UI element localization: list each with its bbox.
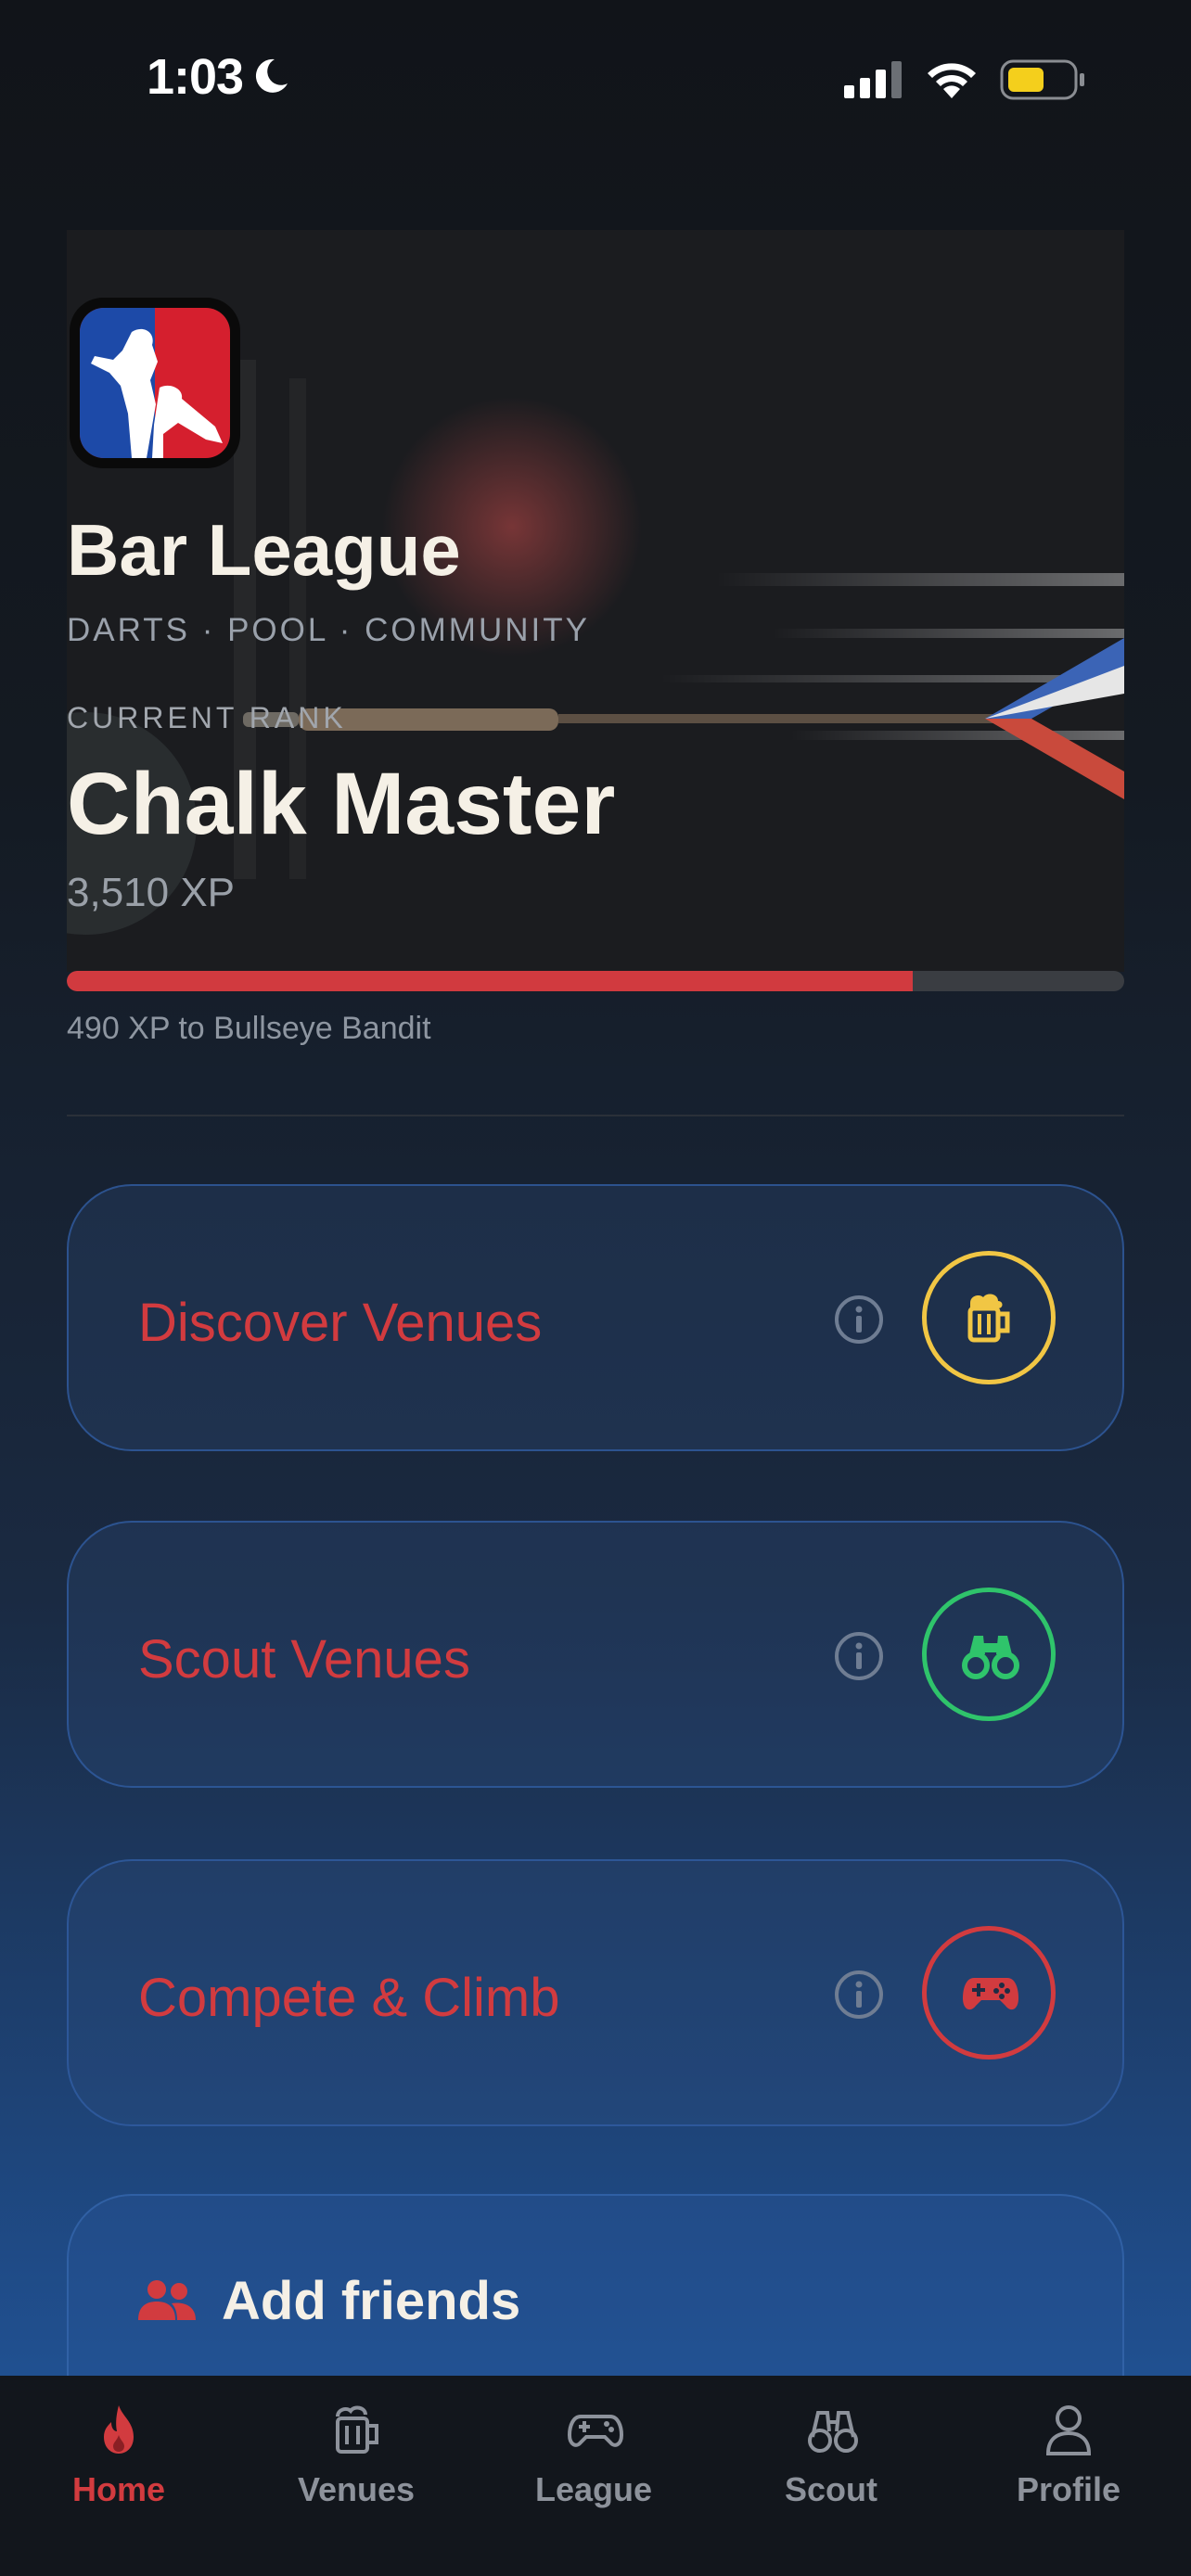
gamepad-icon xyxy=(922,1926,1056,2060)
tab-home[interactable]: Home xyxy=(0,2376,237,2576)
xp-progress-fill xyxy=(67,971,913,991)
tab-profile[interactable]: Profile xyxy=(950,2376,1187,2576)
moon-icon xyxy=(255,58,288,93)
cellular-signal-icon xyxy=(844,61,902,98)
compete-climb-card[interactable]: Compete & Climb xyxy=(67,1859,1124,2126)
status-bar: 1:03 xyxy=(0,0,1191,158)
binoculars-icon xyxy=(808,2411,858,2453)
tab-venues[interactable]: Venues xyxy=(237,2376,475,2576)
person-icon xyxy=(1045,2405,1092,2455)
discover-venues-card[interactable]: Discover Venues xyxy=(67,1184,1124,1451)
tab-label: Venues xyxy=(297,2470,416,2508)
tab-label: Home xyxy=(71,2470,166,2508)
add-friends-label: Add friends xyxy=(222,2271,521,2331)
app-name: Bar League xyxy=(67,509,461,591)
tab-label: League xyxy=(534,2470,653,2508)
info-icon[interactable] xyxy=(834,1970,884,2020)
hero-banner: Bar League DARTS · POOL · COMMUNITY CURR… xyxy=(67,230,1124,972)
beer-mug-icon xyxy=(336,2405,378,2454)
tab-label: Scout xyxy=(784,2470,877,2508)
divider xyxy=(67,1115,1124,1116)
gamepad-icon xyxy=(568,2415,623,2447)
info-icon[interactable] xyxy=(834,1631,884,1681)
status-time: 1:03 xyxy=(147,49,244,105)
next-rank-text: 490 XP to Bullseye Bandit xyxy=(67,1011,431,1046)
xp-value: 3,510 XP xyxy=(67,870,236,915)
tab-label: Profile xyxy=(1016,2470,1121,2508)
flame-icon xyxy=(104,2405,134,2454)
binoculars-icon xyxy=(922,1588,1056,1721)
card-title: Scout Venues xyxy=(138,1629,470,1690)
bar-league-logo xyxy=(70,298,240,468)
beer-mug-icon xyxy=(922,1251,1056,1384)
tagline: DARTS · POOL · COMMUNITY xyxy=(67,612,590,648)
tab-bar: Home Venues League Scout Profile xyxy=(0,2376,1191,2576)
xp-progress-bar xyxy=(67,971,1124,991)
card-title: Compete & Climb xyxy=(138,1968,560,2028)
users-icon xyxy=(138,2280,196,2320)
tab-league[interactable]: League xyxy=(475,2376,712,2576)
rank-name: Chalk Master xyxy=(67,755,616,853)
card-title: Discover Venues xyxy=(138,1293,543,1353)
rank-label: CURRENT RANK xyxy=(67,701,347,734)
scout-venues-card[interactable]: Scout Venues xyxy=(67,1521,1124,1788)
wifi-icon xyxy=(928,63,976,98)
tab-scout[interactable]: Scout xyxy=(712,2376,950,2576)
battery-icon xyxy=(1000,59,1084,100)
info-icon[interactable] xyxy=(834,1294,884,1345)
